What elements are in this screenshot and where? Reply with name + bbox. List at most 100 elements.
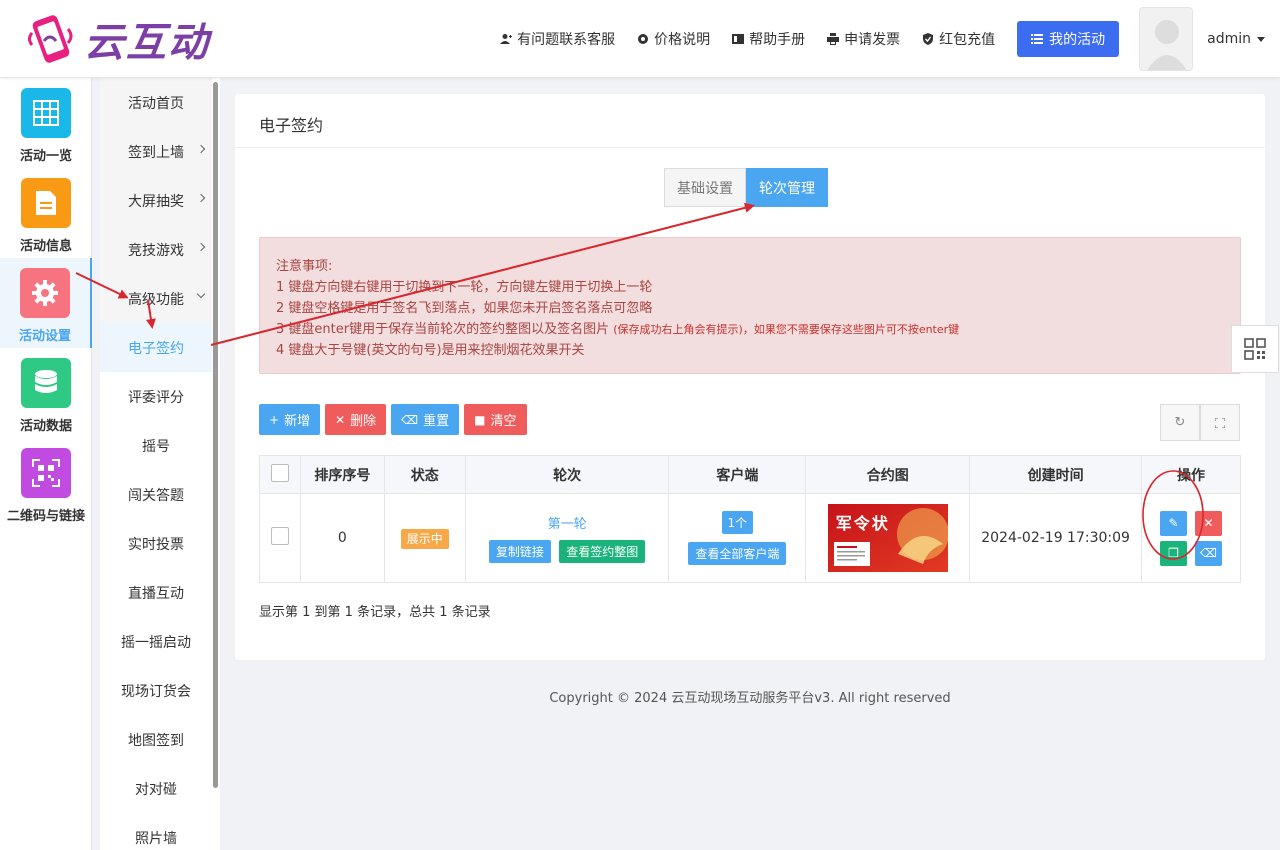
submenu-item-checkin-wall[interactable]: 签到上墙 [100,127,212,176]
submenu-item-advanced-features[interactable]: 高级功能 [100,274,212,323]
submenu-label: 评委评分 [128,389,184,406]
round-cell: 第一轮 复制链接 查看签约整图 [464,493,670,583]
rail-label: 活动信息 [19,239,72,254]
row-checkbox[interactable] [270,527,289,545]
submenu-item-e-signing[interactable]: 电子签约 [100,323,212,372]
notice-line-small: (保存成功右上角会有提示)，如果您不需要保存这些图片可不按enter键 [613,323,960,336]
submenu-label: 对对碰 [135,781,177,798]
clear-label: 清空 [490,414,517,429]
submenu-item-order-fair[interactable]: 现场订货会 [100,666,212,715]
notice-line: 1 键盘方向键右键用于切换到下一轮，方向键左键用于切换上一轮 [276,280,653,295]
view-sign-image-button[interactable]: 查看签约整图 [559,540,646,563]
table-toolbar: + 新增 ✕ 删除 ⌫ 重置 ■ 清空 [259,404,532,435]
submenu-item-activity-home[interactable]: 活动首页 [100,78,212,127]
submenu-label: 签到上墙 [128,144,184,161]
submenu-item-live-stream[interactable]: 直播互动 [100,568,212,617]
submenu-label: 直播互动 [128,585,184,602]
submenu-item-map-checkin[interactable]: 地图签到 [100,715,212,764]
row-actions: ✎ ✕ ❐ ⌫ [1142,510,1240,566]
reset-button[interactable]: ⌫ 重置 [391,404,460,435]
round-name-link[interactable]: 第一轮 [466,513,669,532]
nav-invoice[interactable]: 申请发票 [827,29,900,49]
submenu-item-judge-scoring[interactable]: 评委评分 [100,372,212,421]
select-all-checkbox[interactable] [270,463,289,482]
add-button[interactable]: + 新增 [259,404,321,435]
col-order[interactable]: 排序序号 [299,455,385,494]
clear-button[interactable]: ■ 清空 [464,404,527,435]
primary-sidebar: 活动一览 活动信息 活动设置 活动数据 二维码与链接 [0,78,92,850]
order-cell: 0 [299,493,385,583]
phone-logo-icon [22,11,78,67]
trash-icon: ■ [474,412,486,427]
rail-item-qrcode-links[interactable]: 二维码与链接 [0,438,92,528]
add-label: 新增 [284,414,311,429]
client-cell: 1个 查看全部客户端 [668,493,807,583]
submenu-item-quiz-challenge[interactable]: 闯关答题 [100,470,212,519]
contract-title-text: 军令状 [835,514,890,533]
submenu-item-screen-lottery[interactable]: 大屏抽奖 [100,176,212,225]
close-icon: ✕ [1203,516,1214,530]
fullscreen-icon [1215,417,1225,428]
copy-row-button[interactable]: ❐ [1160,540,1187,566]
view-all-clients-button[interactable]: 查看全部客户端 [688,542,787,565]
delete-row-button[interactable]: ✕ [1195,510,1222,536]
submenu-item-shake-launch[interactable]: 摇一摇启动 [100,617,212,666]
contract-thumbnail[interactable]: 军令状 [827,504,948,572]
user-silhouette-icon [1147,20,1187,70]
table-tools: ↻ [1160,404,1240,441]
submenu-label: 摇号 [142,438,170,455]
nav-invoice-label: 申请发票 [844,32,901,48]
fullscreen-button[interactable] [1200,404,1240,441]
nav-pricing[interactable]: 价格说明 [637,29,710,49]
gear-icon [20,268,70,318]
submenu-item-photo-wall[interactable]: 照片墙 [100,813,212,850]
refresh-button[interactable]: ↻ [1160,404,1200,441]
tab-basic-settings[interactable]: 基础设置 [664,168,746,207]
submenu-label: 摇一摇启动 [121,634,191,651]
floating-qrcode-button[interactable] [1231,325,1279,373]
status-cell: 展示中 [383,493,466,583]
notice-line: 4 键盘大于号键(英文的句号)是用来控制烟花效果开关 [276,343,585,358]
chevron-down-icon [196,289,206,299]
nav-help-manual[interactable]: 帮助手册 [732,29,805,49]
reset-row-button[interactable]: ⌫ [1195,540,1222,566]
pencil-icon: ✎ [1168,516,1179,530]
submenu-item-competitive-games[interactable]: 竞技游戏 [100,225,212,274]
client-count-badge[interactable]: 1个 [721,511,754,534]
rail-item-activity-data[interactable]: 活动数据 [0,348,92,438]
reset-label: 重置 [423,414,450,429]
user-menu[interactable]: admin [1207,31,1265,47]
my-activity-label: 我的活动 [1049,32,1106,48]
nav-redpacket-recharge[interactable]: 红包充值 [922,29,995,49]
pagination-info: 显示第 1 到第 1 条记录，总共 1 条记录 [259,605,491,620]
rail-label: 二维码与链接 [6,509,85,524]
submenu-label: 现场订货会 [121,683,191,700]
rail-item-activity-overview[interactable]: 活动一览 [0,78,92,168]
contract-image-cell: 军令状 [805,493,971,583]
footer-copyright: Copyright © 2024 云互动现场互动服务平台v3. All righ… [549,691,951,706]
copy-link-button[interactable]: 复制链接 [488,540,551,563]
submenu-item-live-voting[interactable]: 实时投票 [100,519,212,568]
rail-item-activity-settings[interactable]: 活动设置 [0,258,92,348]
my-activity-button[interactable]: 我的活动 [1017,21,1120,57]
nav-pricing-label: 价格说明 [654,32,711,48]
submenu-scrollbar[interactable] [213,82,218,788]
rail-label: 活动设置 [18,329,71,344]
refresh-icon: ↻ [1174,415,1186,430]
nav-contact-support[interactable]: 有问题联系客服 [500,29,615,49]
rail-item-activity-info[interactable]: 活动信息 [0,168,92,258]
notice-line: 3 键盘enter键用于保存当前轮次的签约整图以及签名图片 [276,322,610,337]
qrcode-icon [21,448,71,498]
delete-button[interactable]: ✕ 删除 [325,404,387,435]
logo[interactable]: 云互动 [22,10,210,68]
submenu-label: 大屏抽奖 [128,193,184,210]
grid-icon [21,88,71,138]
edit-button[interactable]: ✎ [1160,510,1187,536]
chevron-right-icon [196,144,206,154]
submenu-item-match-game[interactable]: 对对碰 [100,764,212,813]
avatar[interactable] [1139,7,1194,71]
tab-round-management[interactable]: 轮次管理 [746,168,828,207]
submenu-item-lottery-number[interactable]: 摇号 [100,421,212,470]
nav-recharge-label: 红包充值 [939,32,996,48]
created-time-cell: 2024-02-19 17:30:09 [969,493,1142,583]
